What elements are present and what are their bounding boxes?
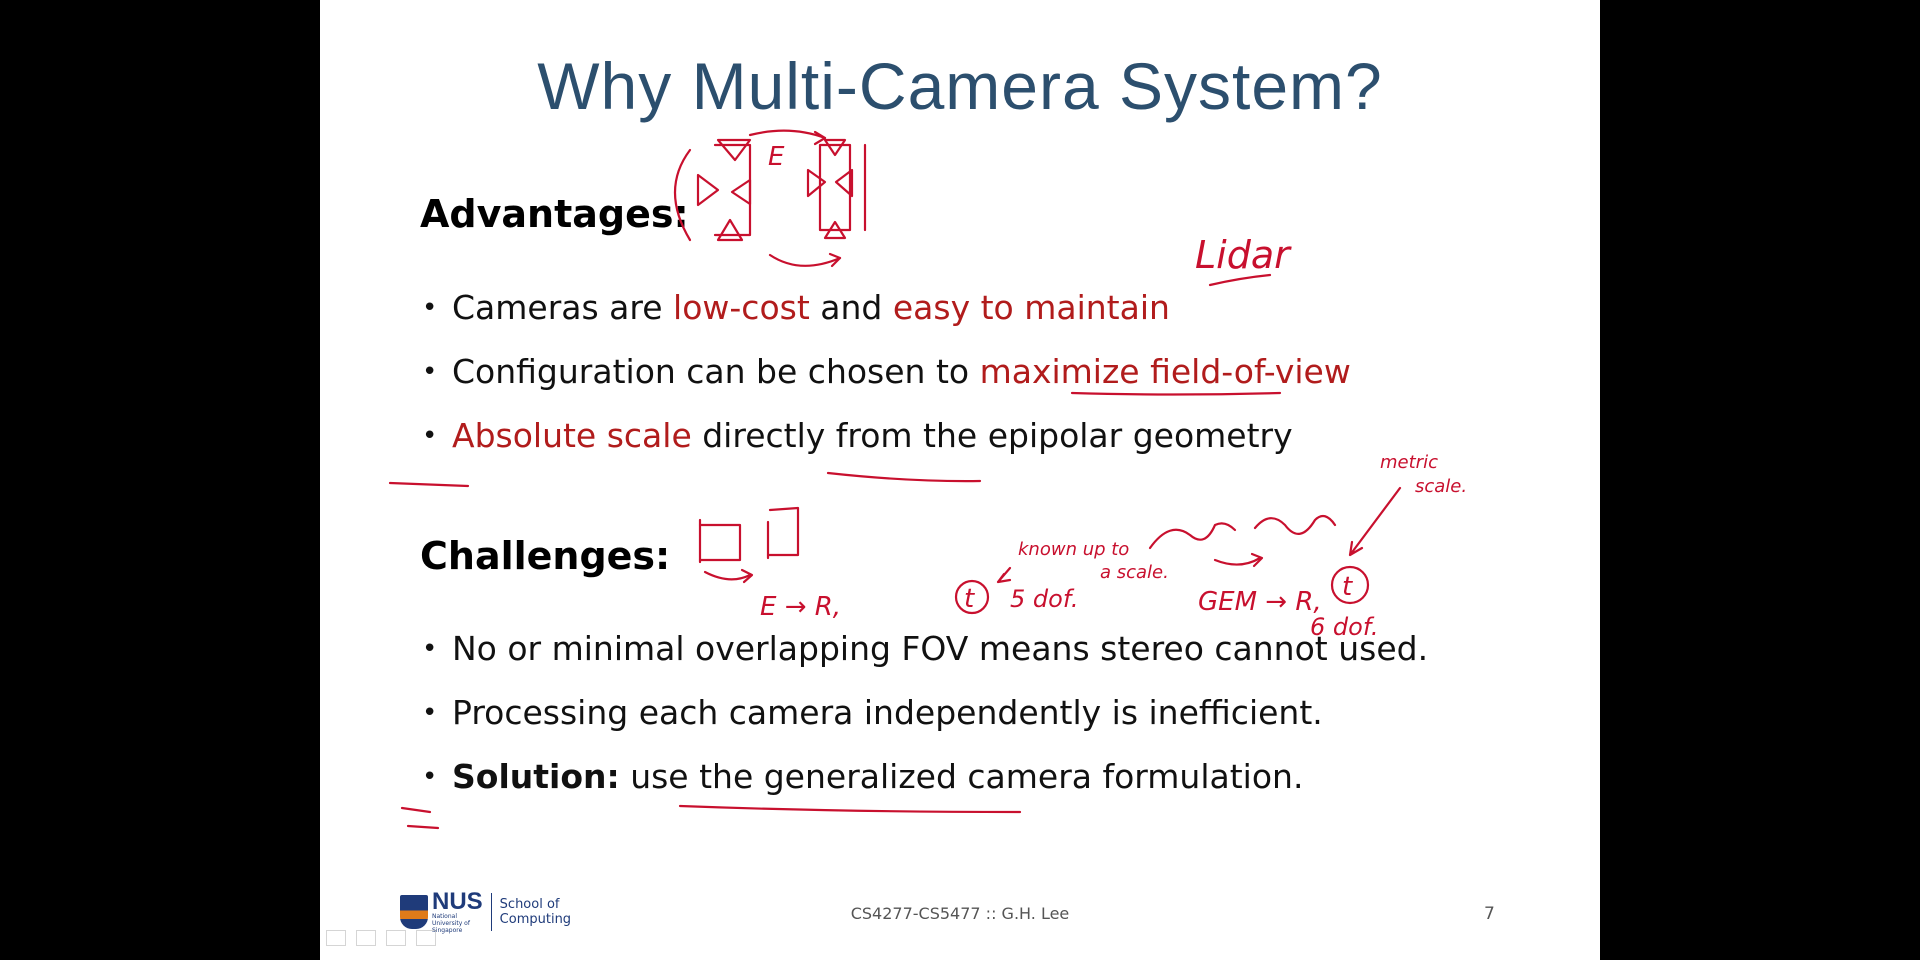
challenge-text: Solution: [452, 757, 620, 796]
challenges-heading: Challenges: [420, 534, 671, 578]
slide-nav-controls[interactable] [326, 930, 436, 946]
annotation-5-dof: 5 dof. [1010, 585, 1078, 613]
bullet-icon: • [422, 293, 438, 323]
challenge-item: • Solution: use the generalized camera fo… [420, 755, 1428, 819]
circle-t-6dof [1330, 565, 1370, 605]
advantages-heading: Advantages: [420, 192, 689, 236]
bullet-icon: • [422, 634, 438, 664]
camera-rig-sketch [674, 129, 867, 268]
advantage-text: Absolute scale [452, 416, 692, 455]
page-number: 7 [1484, 904, 1495, 924]
menu-icon[interactable] [386, 930, 406, 946]
bullet-icon: • [422, 357, 438, 387]
challenges-list: • No or minimal overlapping FOV means ste… [420, 627, 1428, 819]
challenge-text: No or minimal overlapping FOV means ster… [452, 629, 1429, 668]
challenge-text: Processing each camera independently is … [452, 693, 1323, 732]
advantage-text: directly from the epipolar geometry [691, 416, 1293, 455]
advantage-text: low-cost [673, 288, 810, 327]
generalized-sketch [1148, 514, 1337, 568]
advantage-text: Configuration can be chosen to [452, 352, 980, 391]
underline-absolute-scale [388, 481, 470, 488]
arrow-known-up-to [996, 566, 1012, 584]
advantage-item: • Cameras are low-cost and easy to mainta… [420, 286, 1351, 350]
pen-icon[interactable] [356, 930, 376, 946]
footer-course: CS4277-CS5477 :: G.H. Lee [850, 904, 1070, 923]
advantage-text: and [809, 288, 893, 327]
advantage-item: • Absolute scale directly from the epipol… [420, 414, 1351, 478]
annotation-a-scale: a scale. [1100, 562, 1169, 583]
challenge-item: • Processing each camera independently is… [420, 691, 1428, 755]
annotation-E: E [768, 142, 785, 172]
circle-t-5dof [954, 579, 990, 615]
challenge-text: use the generalized camera formulation. [619, 757, 1304, 796]
annotation-metric: metric [1380, 452, 1438, 473]
advantage-text: Cameras are [452, 288, 674, 327]
bullet-icon: • [422, 762, 438, 792]
advantage-item: • Configuration can be chosen to maximize… [420, 350, 1351, 414]
bullet-icon: • [422, 698, 438, 728]
slide: Why Multi-Camera System? Advantages: • Ca… [320, 0, 1600, 960]
prev-slide-icon[interactable] [326, 930, 346, 946]
annotation-lidar: Lidar [1195, 233, 1292, 277]
advantage-text: easy to maintain [892, 288, 1170, 327]
advantages-list: • Cameras are low-cost and easy to mainta… [420, 286, 1351, 478]
annotation-GEM-to-R: GEM → R, [1198, 587, 1322, 617]
bullet-icon: • [422, 421, 438, 451]
advantage-text: maximize field-of-view [979, 352, 1351, 391]
annotation-known-up-to: known up to [1018, 539, 1129, 560]
next-slide-icon[interactable] [416, 930, 436, 946]
challenge-item: • No or minimal overlapping FOV means ste… [420, 627, 1428, 691]
lidar-underline [1208, 273, 1272, 287]
annotation-t-6dof: t [1342, 572, 1353, 602]
annotation-scale: scale. [1415, 476, 1467, 497]
slide-title: Why Multi-Camera System? [537, 49, 1383, 123]
two-camera-sketch [698, 506, 800, 584]
annotation-t-5dof: t [964, 584, 975, 614]
annotation-E-to-R: E → R, [760, 592, 841, 622]
arrow-metric-scale [1348, 486, 1402, 557]
